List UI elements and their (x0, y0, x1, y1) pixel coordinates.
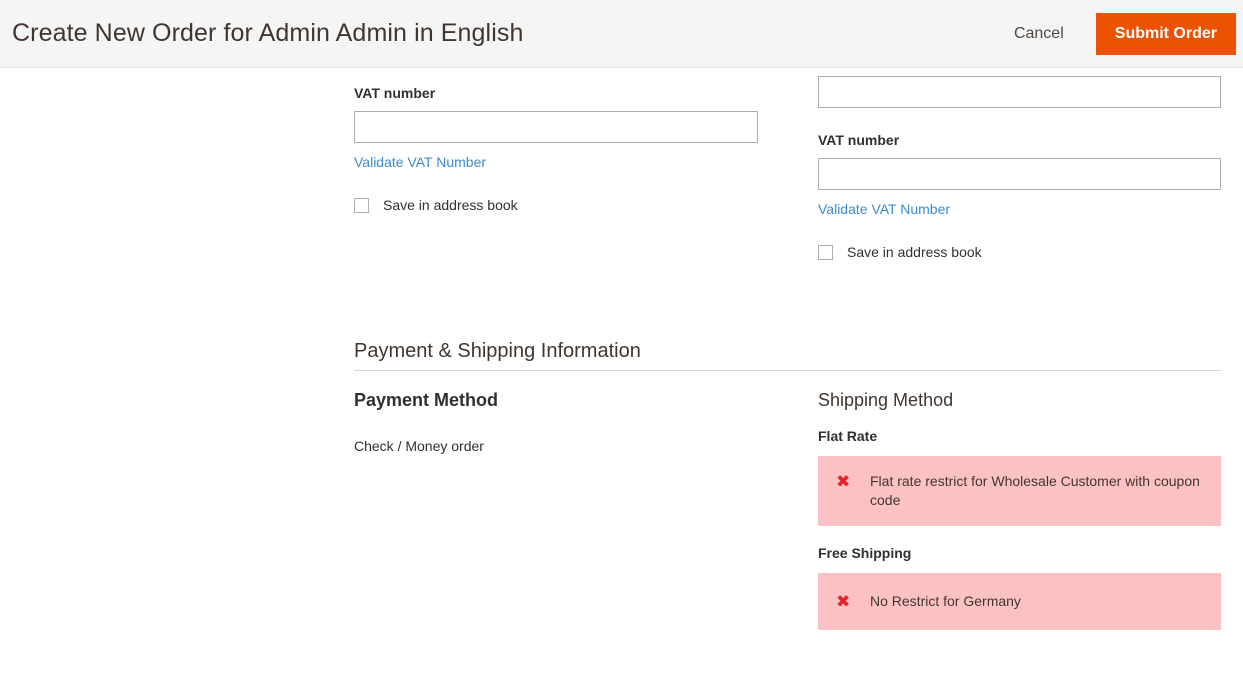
billing-save-address-checkbox[interactable] (354, 198, 369, 213)
payment-shipping-columns: Payment Method Check / Money order Shipp… (354, 389, 1221, 689)
shipping-address-column: VAT number Validate VAT Number Save in a… (818, 76, 1221, 260)
shipping-group-title: Free Shipping (818, 545, 1221, 562)
billing-vat-input[interactable] (354, 111, 758, 143)
shipping-group-title: Flat Rate (818, 428, 1221, 445)
header-actions: Cancel Submit Order (996, 0, 1243, 67)
shipping-error-text: Flat rate restrict for Wholesale Custome… (870, 472, 1201, 510)
billing-validate-vat-link[interactable]: Validate VAT Number (354, 154, 486, 170)
shipping-save-address-row[interactable]: Save in address book (818, 244, 1221, 260)
shipping-vat-input[interactable] (818, 158, 1221, 190)
error-x-icon: ✖ (836, 473, 856, 491)
payment-shipping-section-title: Payment & Shipping Information (354, 339, 1221, 371)
billing-vat-label: VAT number (354, 85, 758, 102)
payment-method-heading: Payment Method (354, 389, 758, 411)
page-content: VAT number Validate VAT Number Save in a… (0, 68, 1243, 648)
billing-save-address-label[interactable]: Save in address book (383, 197, 518, 213)
shipping-save-address-label[interactable]: Save in address book (847, 244, 982, 260)
submit-order-button[interactable]: Submit Order (1096, 13, 1236, 55)
shipping-save-address-checkbox[interactable] (818, 245, 833, 260)
billing-save-address-row[interactable]: Save in address book (354, 197, 758, 213)
page-title: Create New Order for Admin Admin in Engl… (0, 19, 523, 48)
shipping-error-text: No Restrict for Germany (870, 592, 1021, 611)
cancel-button[interactable]: Cancel (996, 17, 1082, 51)
shipping-method-block: Shipping Method Flat Rate ✖ Flat rate re… (818, 389, 1221, 630)
shipping-method-heading: Shipping Method (818, 389, 1221, 411)
payment-method-selected: Check / Money order (354, 437, 758, 455)
shipping-vat-label: VAT number (818, 132, 1221, 149)
shipping-validate-vat-link[interactable]: Validate VAT Number (818, 201, 950, 217)
shipping-group-flat-rate: Flat Rate ✖ Flat rate restrict for Whole… (818, 428, 1221, 526)
payment-method-block: Payment Method Check / Money order (354, 389, 758, 455)
shipping-error-message: ✖ Flat rate restrict for Wholesale Custo… (818, 456, 1221, 526)
page-header: Create New Order for Admin Admin in Engl… (0, 0, 1243, 68)
payment-shipping-section: Payment & Shipping Information Payment M… (354, 339, 1221, 689)
shipping-top-input[interactable] (818, 76, 1221, 108)
shipping-error-message: ✖ No Restrict for Germany (818, 573, 1221, 630)
shipping-group-free-shipping: Free Shipping ✖ No Restrict for Germany (818, 545, 1221, 630)
error-x-icon: ✖ (836, 593, 856, 611)
billing-address-column: VAT number Validate VAT Number Save in a… (354, 85, 758, 213)
